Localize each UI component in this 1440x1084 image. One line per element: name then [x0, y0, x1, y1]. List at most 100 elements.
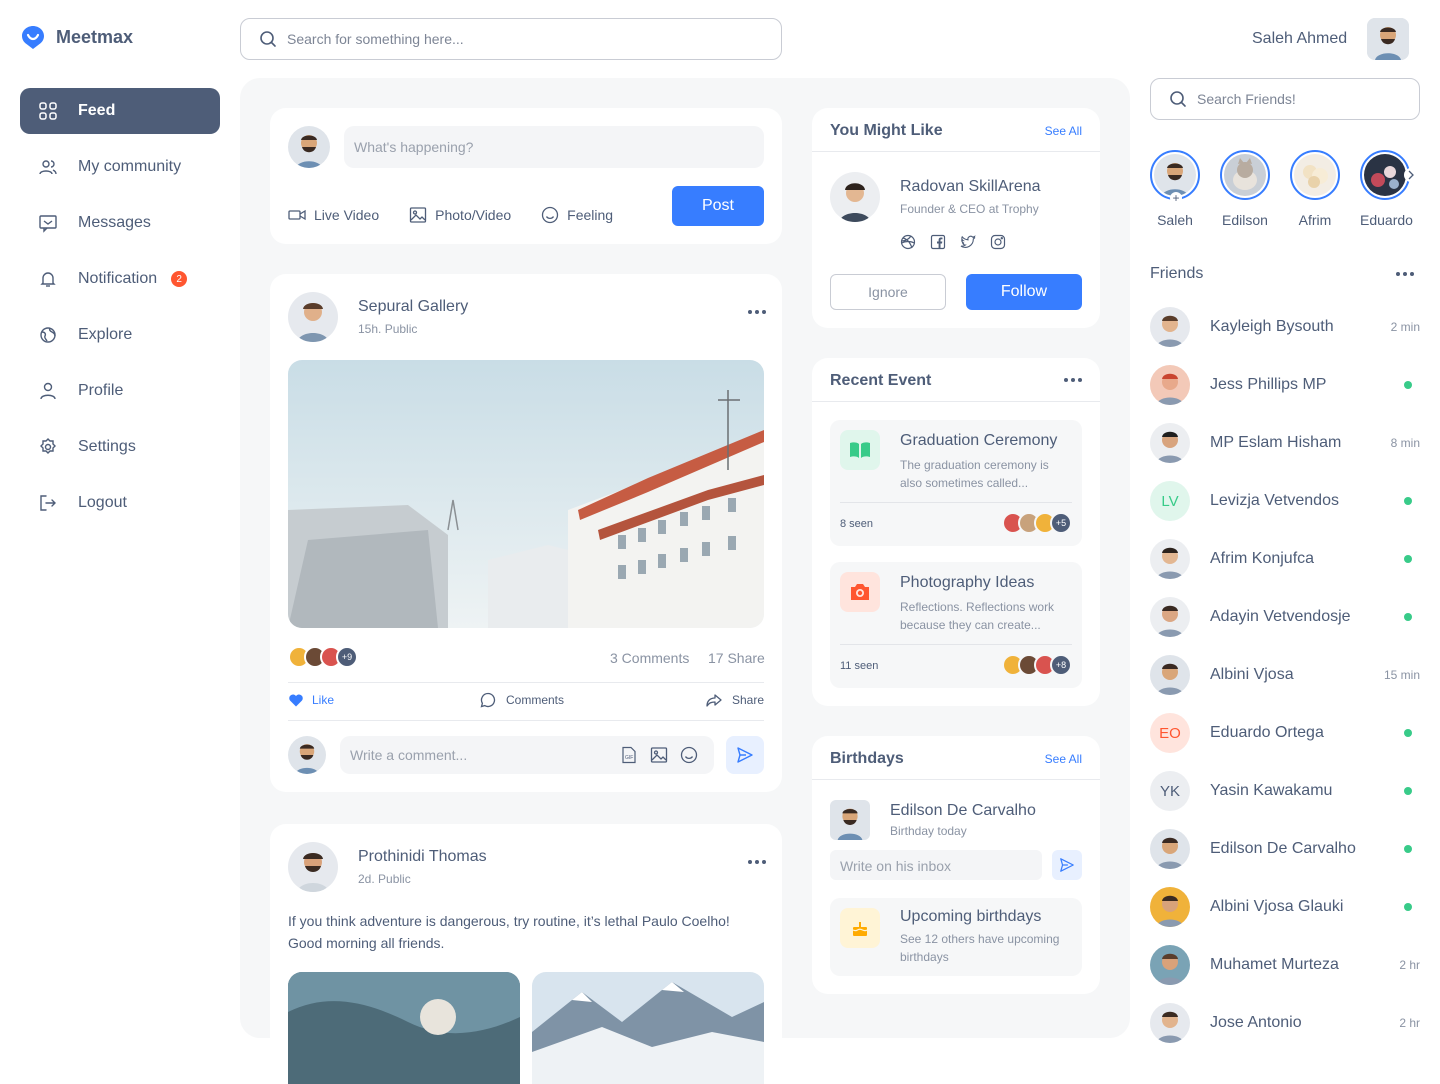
- sidebar-item-label: Notification: [78, 270, 158, 287]
- instagram-icon[interactable]: [990, 234, 1006, 250]
- story-item[interactable]: Edilson: [1220, 150, 1270, 228]
- book-icon: [840, 430, 880, 470]
- post-image[interactable]: [532, 972, 764, 1084]
- friend-row[interactable]: Muhamet Murteza 2 hr: [1150, 936, 1420, 994]
- gear-icon: [40, 438, 56, 454]
- post-image[interactable]: [288, 972, 520, 1084]
- comments-button[interactable]: Comments: [480, 692, 564, 708]
- friends-options-icon[interactable]: [1396, 272, 1414, 276]
- event-item[interactable]: Graduation Ceremony The graduation cerem…: [830, 420, 1082, 546]
- gif-icon[interactable]: GIF: [620, 746, 638, 764]
- user-menu[interactable]: Saleh Ahmed: [1236, 18, 1410, 60]
- like-button[interactable]: Like: [288, 692, 334, 708]
- share-button[interactable]: Share: [706, 692, 764, 708]
- friend-row[interactable]: EO Eduardo Ortega: [1150, 704, 1420, 762]
- friend-row[interactable]: Edilson De Carvalho: [1150, 820, 1420, 878]
- friend-avatar: [1150, 887, 1190, 927]
- friend-row[interactable]: Albini Vjosa Glauki: [1150, 878, 1420, 936]
- post-author-avatar[interactable]: [288, 292, 338, 342]
- birthdays-card: Birthdays See All Edilson De Carvalho Bi…: [812, 736, 1100, 994]
- sidebar-item-profile[interactable]: Profile: [20, 368, 220, 414]
- send-icon: [737, 747, 753, 763]
- upcoming-desc-line: birthdays: [900, 950, 949, 964]
- event-item[interactable]: Photography Ideas Reflections. Reflectio…: [830, 562, 1082, 688]
- reaction-avatars[interactable]: +9: [288, 646, 358, 668]
- story-item[interactable]: + Saleh: [1150, 150, 1200, 228]
- search-input[interactable]: Search for something here...: [240, 18, 782, 60]
- birthday-name[interactable]: Edilson De Carvalho: [890, 802, 1036, 820]
- chevron-right-icon[interactable]: [1404, 168, 1418, 182]
- app-logo[interactable]: Meetmax: [20, 24, 133, 50]
- post-author-avatar[interactable]: [288, 842, 338, 892]
- sidebar-item-logout[interactable]: Logout: [20, 480, 220, 526]
- send-comment-button[interactable]: [726, 736, 764, 774]
- event-seen-count: 8 seen: [840, 518, 874, 530]
- friend-row[interactable]: Jose Antonio 2 hr: [1150, 994, 1420, 1052]
- emoji-icon[interactable]: [680, 746, 698, 764]
- friend-row[interactable]: Afrim Konjufca: [1150, 530, 1420, 588]
- twitter-icon[interactable]: [960, 234, 976, 250]
- composer-actions: Live Video Photo/Video Feeling: [288, 206, 613, 224]
- story-item[interactable]: Afrim: [1290, 150, 1340, 228]
- friend-row[interactable]: MP Eslam Hisham 8 min: [1150, 414, 1420, 472]
- user-avatar[interactable]: [1367, 18, 1410, 60]
- add-story-icon[interactable]: +: [1170, 192, 1182, 204]
- suggested-avatar[interactable]: [830, 172, 880, 222]
- comment-placeholder: Write a comment...: [350, 747, 468, 763]
- comment-input[interactable]: Write a comment... GIF: [340, 736, 714, 774]
- friend-avatar: [1150, 307, 1190, 347]
- post-author-name[interactable]: Prothinidi Thomas: [358, 848, 487, 866]
- sidebar-item-community[interactable]: My community: [20, 144, 220, 190]
- send-birthday-button[interactable]: [1052, 850, 1082, 880]
- online-indicator: [1404, 729, 1412, 737]
- birthday-avatar[interactable]: [830, 800, 870, 840]
- post-options-icon[interactable]: [748, 860, 766, 864]
- see-all-link[interactable]: See All: [1045, 124, 1082, 138]
- comments-label: Comments: [506, 693, 565, 707]
- divider: [288, 720, 764, 721]
- photo-video-button[interactable]: Photo/Video: [409, 206, 511, 224]
- friend-row[interactable]: YK Yasin Kawakamu: [1150, 762, 1420, 820]
- sidebar-item-messages[interactable]: Messages: [20, 200, 220, 246]
- friend-name: Adayin Vetvendosje: [1210, 608, 1351, 625]
- sidebar-item-explore[interactable]: Explore: [20, 312, 220, 358]
- see-all-link[interactable]: See All: [1045, 752, 1082, 766]
- post-options-icon[interactable]: [748, 310, 766, 314]
- event-options-icon[interactable]: [1064, 378, 1082, 382]
- friend-search-input[interactable]: Search Friends!: [1150, 78, 1420, 120]
- follow-button[interactable]: Follow: [966, 274, 1082, 310]
- last-seen-time: 15 min: [1383, 668, 1420, 682]
- post-image[interactable]: [288, 360, 764, 628]
- friend-row[interactable]: Jess Phillips MP: [1150, 356, 1420, 414]
- friend-row[interactable]: Kayleigh Bysouth 2 min: [1150, 298, 1420, 356]
- suggested-name[interactable]: Radovan SkillArena: [900, 178, 1041, 196]
- sidebar-item-settings[interactable]: Settings: [20, 424, 220, 470]
- friend-name: Levizja Vetvendos: [1210, 492, 1339, 509]
- dribbble-icon[interactable]: [900, 234, 916, 250]
- commenter-avatar: [288, 736, 326, 774]
- post-button[interactable]: Post: [672, 186, 764, 226]
- birthday-inbox-input[interactable]: Write on his inbox: [830, 850, 1042, 880]
- comment-count[interactable]: 3 Comments: [610, 650, 689, 666]
- friend-row[interactable]: Adayin Vetvendosje: [1150, 588, 1420, 646]
- live-video-button[interactable]: Live Video: [288, 206, 379, 224]
- friend-list: Kayleigh Bysouth 2 min Jess Phillips MP MP …: [1150, 298, 1420, 1052]
- upcoming-birthdays[interactable]: Upcoming birthdays See 12 others have up…: [830, 898, 1082, 976]
- facebook-icon[interactable]: [930, 234, 946, 250]
- image-icon[interactable]: [650, 746, 668, 764]
- share-count[interactable]: 17 Share: [708, 650, 765, 666]
- post-meta: 2d. Public: [358, 872, 411, 886]
- sidebar-item-label: Explore: [78, 326, 133, 343]
- feeling-button[interactable]: Feeling: [541, 206, 613, 224]
- notification-badge: 2: [171, 271, 188, 287]
- sidebar-item-feed[interactable]: Feed: [20, 88, 220, 134]
- divider: [812, 151, 1100, 152]
- ignore-button[interactable]: Ignore: [830, 274, 946, 310]
- friend-row[interactable]: Albini Vjosa 15 min: [1150, 646, 1420, 704]
- composer-input[interactable]: What's happening?: [344, 126, 764, 168]
- viewer-more-count: +8: [1050, 654, 1072, 676]
- story-item[interactable]: Eduardo: [1360, 150, 1413, 228]
- sidebar-item-notification[interactable]: Notification 2: [20, 256, 220, 302]
- post-author-name[interactable]: Sepural Gallery: [358, 298, 468, 316]
- friend-row[interactable]: LV Levizja Vetvendos: [1150, 472, 1420, 530]
